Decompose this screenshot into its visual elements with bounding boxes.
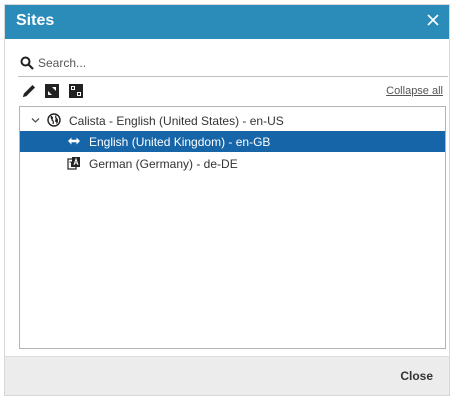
tree-node-label: Calista - English (United States) - en-U…	[69, 114, 284, 128]
globe-icon	[47, 113, 61, 127]
close-button[interactable]: Close	[400, 369, 433, 383]
tree-node-en-gb[interactable]: English (United Kingdom) - en-GB	[20, 131, 445, 152]
tree-toolbar: Collapse all	[19, 83, 449, 101]
dialog-title: Sites	[16, 12, 55, 29]
tree-node-de-de[interactable]: German (Germany) - de-DE	[20, 153, 445, 174]
tree-node-root[interactable]: Calista - English (United States) - en-U…	[20, 110, 445, 131]
pencil-icon[interactable]	[21, 83, 37, 99]
collapse-all-link[interactable]: Collapse all	[386, 85, 443, 97]
sites-tree: Calista - English (United States) - en-U…	[19, 106, 446, 349]
arrows-left-right-icon	[68, 137, 80, 145]
translate-icon	[67, 157, 80, 170]
dialog-titlebar: Sites	[5, 5, 449, 39]
search-icon	[20, 56, 34, 70]
search-input[interactable]	[38, 53, 438, 73]
expand-square-icon[interactable]	[44, 83, 60, 99]
fullscreen-icon[interactable]	[68, 83, 84, 99]
close-icon[interactable]	[423, 10, 443, 30]
tree-node-label: German (Germany) - de-DE	[89, 157, 238, 171]
search-bar	[18, 51, 448, 77]
dialog-footer: Close	[5, 356, 449, 395]
tree-node-label: English (United Kingdom) - en-GB	[89, 135, 271, 149]
sites-dialog: Sites Collapse all	[4, 4, 450, 396]
chevron-down-icon[interactable]	[31, 116, 40, 125]
